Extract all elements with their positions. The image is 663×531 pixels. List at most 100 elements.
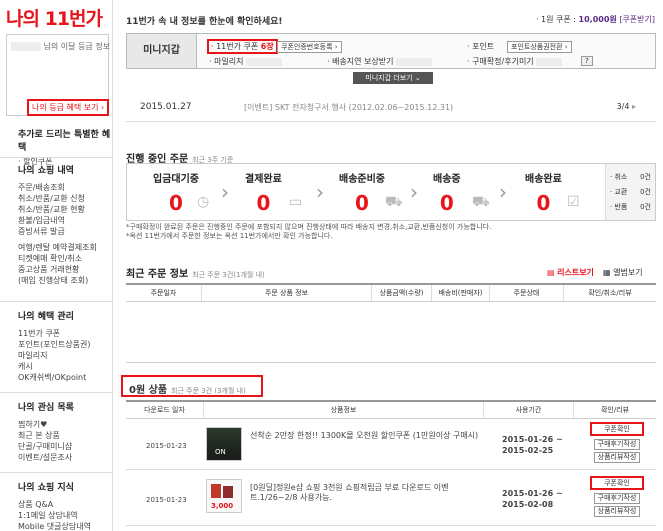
- sidebar-item-mobile[interactable]: Mobile 댓글상담내역: [18, 521, 91, 531]
- coupon-register-button[interactable]: 쿠폰인증번호등록 ›: [277, 41, 342, 53]
- step-preparing[interactable]: 배송준비중 0: [339, 170, 385, 215]
- col-header: 상품금액(수량): [372, 285, 432, 301]
- mileage-row: · 마일리지: [209, 56, 283, 67]
- order-flow: 입금대기중 0 ◷ › 결제완료 0 ▭ › 배송준비중 0 ⛟ › 배송중 0…: [126, 163, 656, 221]
- col-header: 배송비(판매자): [432, 285, 490, 301]
- step-shipping[interactable]: 배송중 0: [433, 170, 461, 215]
- checkbox-icon: ☑: [567, 194, 580, 210]
- coupon-confirm-button[interactable]: 쿠폰확인: [590, 422, 644, 436]
- product-thumbnail[interactable]: ON: [206, 427, 242, 461]
- step-count: 0: [439, 191, 454, 215]
- help-icon[interactable]: ?: [581, 56, 593, 66]
- sidebar-item-refund[interactable]: 환불/입금내역: [18, 215, 97, 226]
- card-icon: ▭: [289, 194, 303, 210]
- list-view-toggle[interactable]: ▤ 리스트보기: [547, 267, 594, 278]
- table-header: 주문일자 주문 상품 정보 상품금액(수량) 배송비(판매자) 주문상태 확인/…: [126, 285, 656, 302]
- sidebar-item-okcashbag[interactable]: OK캐쉬백/OKpoint: [18, 372, 90, 383]
- sidebar-item-receipts[interactable]: 증빙서류 발급: [18, 226, 97, 237]
- benefit-section: 나의 혜택 관리 11번가 쿠폰 포인트(포인트상품권) 마일리지 캐시 OK캐…: [18, 309, 90, 383]
- sidebar-item-cancel-request[interactable]: 취소/반품/교환 신청: [18, 193, 97, 204]
- album-view-toggle[interactable]: ▦ 앨범보기: [603, 267, 643, 278]
- write-review-button[interactable]: 구매후기작성: [594, 493, 640, 504]
- table-header: 다운로드 일자 상품정보 사용기간 확인/리뷰: [126, 402, 656, 419]
- product-review-button[interactable]: 상품리뷰작성: [594, 506, 640, 517]
- col-header: 주문상태: [490, 285, 564, 301]
- chevron-right-icon: ›: [499, 180, 507, 204]
- step-count: 0: [169, 191, 183, 215]
- product-image-shape: [211, 484, 221, 498]
- col-header: 상품정보: [204, 402, 484, 418]
- note-line-2: *옥션 11번가에서 주문한 정보는 옥션 11번가에서만 확인 가능합니다.: [126, 232, 333, 240]
- coupon-confirm-button[interactable]: 쿠폰확인: [590, 476, 644, 490]
- special-benefit-title: 추가로 드리는 특별한 혜택: [18, 130, 111, 153]
- sidebar-item-mail[interactable]: 1:1메일 상담내역: [18, 510, 91, 521]
- grade-info: 님의 이달 등급 정보: [11, 41, 110, 52]
- sidebar-item-event[interactable]: 이벤트/설문조사: [18, 452, 74, 463]
- truck-icon: ⛟: [472, 194, 490, 210]
- sidebar-item-cash[interactable]: 캐시: [18, 361, 90, 372]
- coupon-count-box[interactable]: · 11번가 쿠폰 6장: [207, 39, 278, 54]
- divider: [0, 472, 112, 473]
- clock-icon: ◷: [197, 194, 210, 210]
- exchange-count[interactable]: · 교환 0건: [610, 185, 651, 200]
- sidebar-item-minishop[interactable]: 단골/구매미니샵: [18, 441, 74, 452]
- my-11st-logo[interactable]: 나의 11번가: [6, 4, 103, 31]
- product-thumbnail[interactable]: 3,000: [206, 479, 242, 513]
- notice-text[interactable]: [이벤트] SKT 전자청구서 행사 (2012.02.06~2015.12.3…: [244, 102, 453, 113]
- sidebar-item-cancel-status[interactable]: 취소/반품/교환 현황: [18, 204, 97, 215]
- use-period: 2015-01-26 ~ 2015-02-25: [502, 434, 563, 456]
- cancel-exchange-return: · 취소 0건 · 교환 0건 · 반품 0건: [605, 164, 655, 220]
- mini-wallet-title: 미니지갑: [127, 34, 197, 68]
- return-count[interactable]: · 반품 0건: [610, 200, 651, 215]
- note-line-1: *구매확정이 완료된 주문은 진행중인 주문에 포함되지 않으며 진행상태에 따…: [126, 223, 492, 231]
- one-won-coupon: · 1원 쿠폰 : 10,000원 [쿠폰받기]: [536, 14, 655, 25]
- delay-label: · 배송지연 보상받기: [327, 57, 394, 66]
- product-info-link[interactable]: [0원딜]정원e샵 쇼핑 3천원 쇼핑적립금 부료 다운로드 이벤트.1/26~…: [250, 483, 482, 503]
- notice-pager[interactable]: 3/4 ▸: [617, 102, 636, 111]
- recent-sub: 최근 주문 3건(1개월 내): [192, 271, 265, 279]
- step-count: 0: [355, 191, 369, 215]
- get-coupon-link[interactable]: [쿠폰받기]: [619, 15, 655, 24]
- sidebar-item-wish[interactable]: 찜하기♥: [18, 419, 74, 430]
- step-label: 배송중: [433, 174, 461, 185]
- point-label: · 포인트: [467, 42, 495, 51]
- interest-title: 나의 관심 목록: [18, 403, 74, 413]
- delay-value: [396, 57, 433, 66]
- thumb-text: 3,000: [211, 502, 234, 510]
- shopping-title: 나의 쇼핑 내역: [18, 166, 74, 176]
- logo-my: 나의: [6, 8, 40, 30]
- step-count: 0: [536, 191, 551, 215]
- write-review-button[interactable]: 구매후기작성: [594, 439, 640, 450]
- chevron-right-icon: ›: [316, 180, 324, 204]
- step-pending[interactable]: 입금대기중 0: [153, 170, 199, 215]
- delay-row[interactable]: · 배송지연 보상받기: [327, 56, 433, 67]
- sidebar-item-used[interactable]: 중고상품 거래현황: [18, 264, 97, 275]
- list-view-label: 리스트보기: [557, 268, 594, 277]
- col-header: 주문일자: [126, 285, 202, 301]
- next-arrow-icon[interactable]: ▸: [632, 102, 636, 111]
- sidebar-item-recent[interactable]: 최근 본 상품: [18, 430, 74, 441]
- mini-wallet-more-button[interactable]: 미니지갑 더보기 ⌄: [353, 72, 433, 84]
- username-blurred: [11, 42, 41, 51]
- step-paid[interactable]: 결제완료 0: [245, 170, 282, 215]
- step-delivered[interactable]: 배송완료 0: [525, 170, 562, 215]
- coupon-value: 10,000원: [578, 15, 617, 24]
- cancel-count[interactable]: · 취소 0건: [610, 170, 651, 185]
- list-icon: ▤: [547, 268, 555, 277]
- mileage-value: [246, 57, 283, 66]
- point-convert-button[interactable]: 포인트상품권전환 ›: [507, 41, 572, 53]
- product-info-link[interactable]: 선착순 2만장 한정!! 1300K몰 오천원 할인쿠폰 (1만원이상 구매시): [250, 431, 480, 441]
- recent-title-text: 최근 주문 정보: [126, 269, 189, 280]
- sidebar-item-mileage[interactable]: 마일리지: [18, 350, 90, 361]
- sidebar-item-order-track[interactable]: 주문/배송조회: [18, 182, 97, 193]
- sidebar-item-qna[interactable]: 상품 Q&A: [18, 499, 91, 510]
- product-review-button[interactable]: 상품리뷰작성: [594, 452, 640, 463]
- grade-benefit-button[interactable]: 나의 등급 혜택 보기 ›: [27, 99, 110, 116]
- sidebar-item-coupon[interactable]: 11번가 쿠폰: [18, 328, 90, 339]
- recent-orders-table: 주문일자 주문 상품 정보 상품금액(수량) 배송비(판매자) 주문상태 확인/…: [126, 283, 656, 363]
- sidebar-item-travel[interactable]: 여행/렌탈 예약결제조회: [18, 242, 97, 253]
- sidebar-item-used-sub[interactable]: (매입 진행상태 조회): [18, 275, 97, 286]
- step-label: 배송완료: [525, 174, 562, 185]
- sidebar-item-point[interactable]: 포인트(포인트상품권): [18, 339, 90, 350]
- sidebar-item-ticket[interactable]: 티켓예매 확인/취소: [18, 253, 97, 264]
